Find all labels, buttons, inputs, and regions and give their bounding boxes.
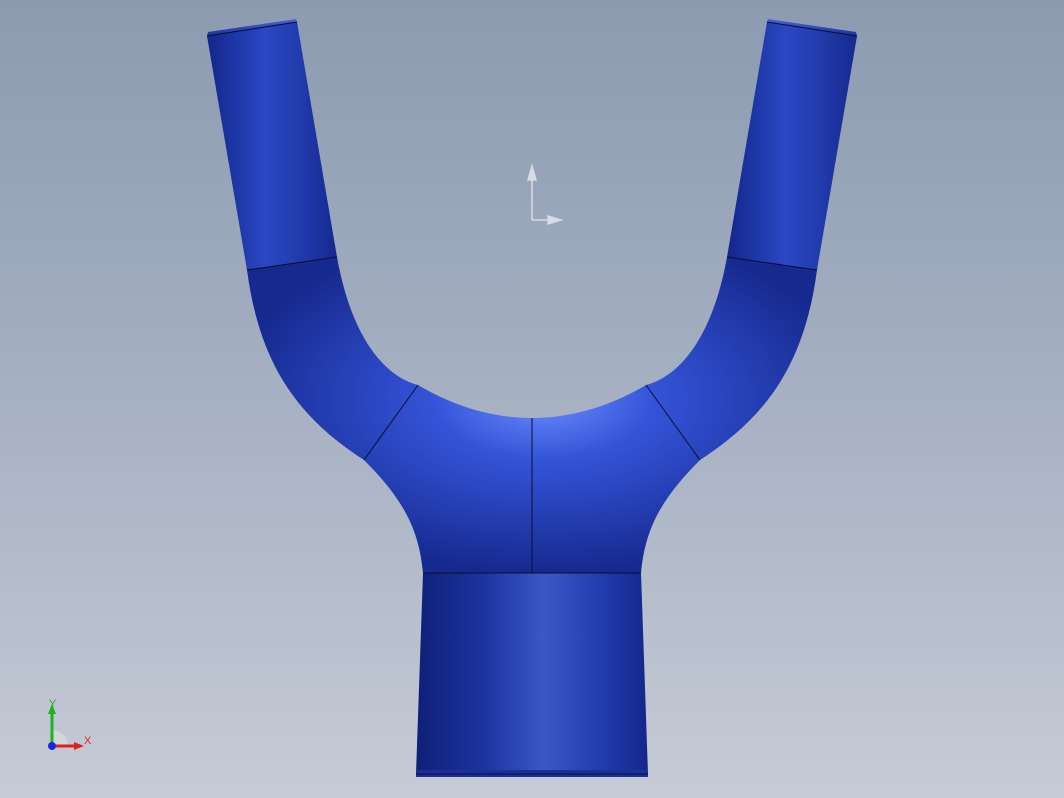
y-pipe-model[interactable] xyxy=(206,19,858,777)
stem-cylinder[interactable] xyxy=(416,573,648,774)
origin-marker xyxy=(527,163,564,226)
graphics-viewport[interactable] xyxy=(0,0,1064,798)
left-arm-straight[interactable] xyxy=(207,22,337,270)
right-arm-straight[interactable] xyxy=(727,22,857,270)
y-axis-label: Y xyxy=(49,698,57,710)
coordinate-triad: Y X xyxy=(40,698,100,760)
x-axis-label: X xyxy=(84,735,92,747)
